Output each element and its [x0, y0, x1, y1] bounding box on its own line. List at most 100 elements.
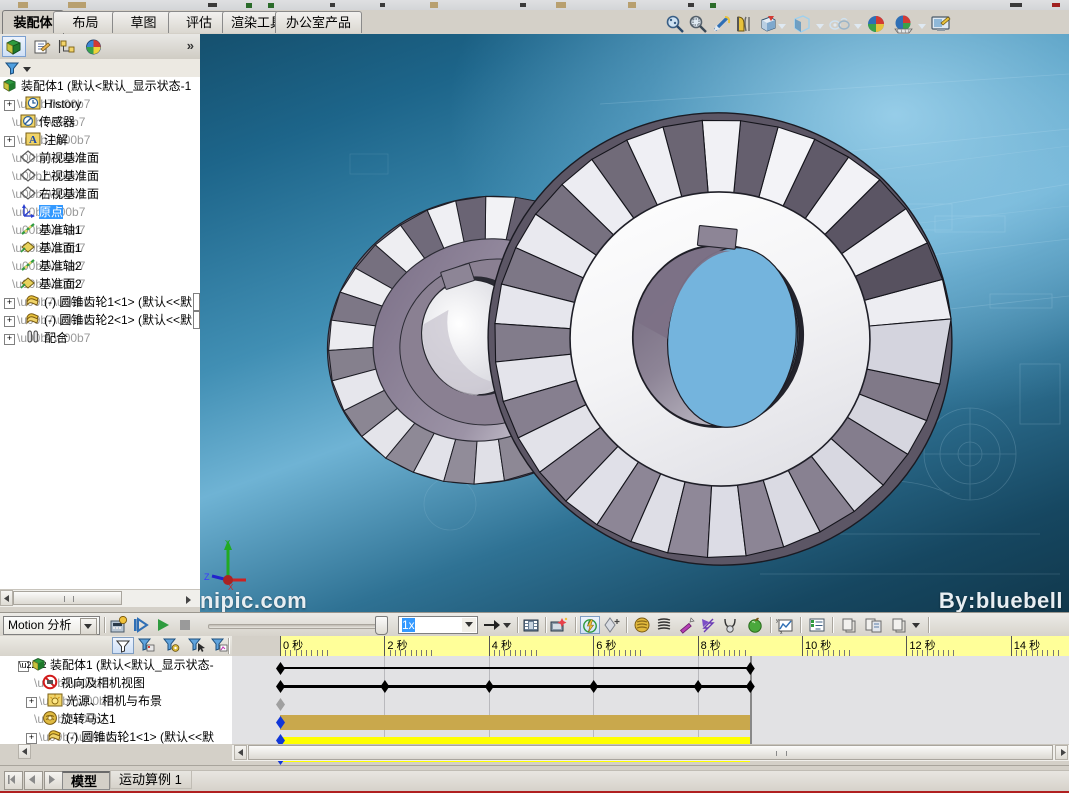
tree-item[interactable]: \u00b7\u00b7基准轴1 [0, 221, 200, 239]
expand-toggle[interactable]: + [4, 316, 15, 327]
expand-toggle[interactable]: + [4, 334, 15, 345]
next-tab-icon[interactable] [44, 771, 63, 790]
section-view-icon[interactable] [734, 14, 754, 34]
contact-icon[interactable] [699, 616, 717, 634]
motion-tree-root-item[interactable]: \u2212装配体1 (默认<默认_显示状态- [0, 656, 232, 674]
zoom-to-area-icon[interactable] [688, 14, 708, 34]
window-close-icon[interactable] [1052, 3, 1060, 7]
tab-render-tools[interactable]: 渲染工具 [222, 11, 283, 33]
chevron-down-icon[interactable] [854, 22, 862, 30]
chevron-down-icon[interactable] [912, 623, 920, 629]
play-from-start-icon[interactable] [132, 616, 150, 634]
collapse-toggle[interactable]: \u2212 [18, 661, 47, 672]
tree-item[interactable]: \u00b7\u00b7视向及相机视图 [0, 674, 232, 692]
tab-motion-study-1[interactable]: 运动算例 1 [110, 770, 192, 789]
save-animation-icon[interactable] [522, 616, 540, 634]
feature-manager-design-tree[interactable]: 装配体1 (默认<默认_显示状态-1 + \u00b7\u00b7History \u… [0, 77, 200, 589]
filter-animated-icon[interactable] [137, 638, 155, 656]
collapse-items-icon[interactable] [840, 616, 858, 634]
tree-root-item[interactable]: 装配体1 (默认<默认_显示状态-1 [0, 77, 200, 95]
view-settings-icon[interactable] [930, 14, 952, 34]
tab-evaluate[interactable]: 评估 [168, 11, 230, 33]
prev-tab-icon[interactable] [24, 771, 43, 790]
duplicate-items-icon[interactable] [890, 616, 908, 634]
playback-position-slider[interactable] [208, 624, 385, 629]
edit-appearance-icon[interactable] [866, 14, 888, 34]
view-orientation-icon[interactable] [758, 14, 778, 34]
playback-slider-thumb[interactable] [375, 616, 388, 635]
chevron-down-icon[interactable] [816, 22, 824, 30]
tree-item[interactable]: \u00b7\u00b7旋转马达1 [0, 710, 232, 728]
tab-office-products[interactable]: 办公室产品 [275, 11, 362, 33]
feature-manager-design-tree-tab[interactable] [2, 36, 26, 57]
gravity-icon[interactable] [721, 616, 739, 634]
tree-item[interactable]: \u00b7\u00b7基准面1 [0, 239, 200, 257]
timeline-horizontal-scrollbar[interactable] [232, 744, 1069, 761]
tree-item[interactable]: \u00b7\u00b7上视基准面 [0, 167, 200, 185]
keyframe-track-line[interactable] [281, 685, 751, 688]
tree-item[interactable]: + \u00b7\u00b7History [0, 95, 200, 113]
tree-item[interactable]: + \u00b7\u00b7(-) 圆锥齿轮1<1> (默认<<默 [0, 293, 200, 311]
tree-scroll-indicator[interactable] [193, 293, 200, 311]
stop-icon[interactable] [176, 616, 194, 634]
chevron-down-icon[interactable] [80, 618, 97, 635]
chevron-down-icon[interactable] [503, 623, 511, 629]
tree-item[interactable]: \u00b7\u00b7传感器 [0, 113, 200, 131]
scroll-thumb[interactable] [248, 745, 1053, 760]
tab-model[interactable]: 模型 [62, 771, 110, 790]
display-manager-tab[interactable] [82, 36, 106, 57]
tree-horizontal-scrollbar[interactable] [0, 589, 200, 607]
apply-scene-icon[interactable] [892, 14, 918, 34]
keyframe-track-line[interactable] [281, 667, 751, 669]
tree-scroll-left-arrow[interactable] [18, 744, 31, 759]
filter-results-icon[interactable] [210, 638, 228, 656]
playback-mode-icon[interactable] [482, 616, 500, 634]
chevron-down-icon[interactable] [778, 22, 786, 30]
calculate-icon[interactable] [110, 615, 128, 634]
first-tab-icon[interactable] [4, 771, 23, 790]
window-minimize-icon[interactable] [1010, 3, 1022, 7]
tree-item[interactable]: + \u00b7\u00b7 A 注解 [0, 131, 200, 149]
add-relationship-icon[interactable] [603, 616, 621, 634]
bevel-gear-assembly-model[interactable] [200, 34, 1069, 612]
timeline-ruler[interactable]: 0 秒2 秒4 秒6 秒8 秒 10 秒 12 秒 14 秒 [232, 636, 1069, 657]
motion-study-properties-icon[interactable] [808, 616, 826, 634]
tree-item[interactable]: \u00b7\u00b7右视基准面 [0, 185, 200, 203]
tree-filter-bar[interactable] [0, 59, 200, 78]
tree-scroll-indicator[interactable] [193, 311, 200, 329]
damper-icon[interactable] [655, 616, 673, 634]
display-style-icon[interactable] [790, 14, 812, 34]
expand-toggle[interactable]: + [4, 136, 15, 147]
expand-toggle[interactable]: + [4, 100, 15, 111]
chevron-down-icon[interactable] [918, 22, 926, 30]
spring-icon[interactable] [633, 616, 651, 634]
tree-item[interactable]: \u00b7\u00b7原点 [0, 203, 200, 221]
apple-contact-icon[interactable] [746, 616, 764, 634]
tree-item[interactable]: + \u00b7\u00b7(-) 圆锥齿轮2<1> (默认<<默 [0, 311, 200, 329]
tab-layout[interactable]: 布局 [53, 11, 118, 33]
expand-toggle[interactable]: + [26, 733, 37, 744]
tree-item[interactable]: + \u00b7\u00b7(-) 圆锥齿轮1<1> (默认<<默 [0, 728, 232, 744]
heads-up-view-toolbar[interactable] [660, 12, 960, 36]
motion-manager-tree[interactable]: \u2212装配体1 (默认<默认_显示状态-\u00b7\u00b7视向及相机… [0, 656, 232, 744]
scroll-thumb[interactable] [13, 591, 122, 605]
animation-wizard-icon[interactable] [550, 616, 568, 634]
tree-item[interactable]: \u00b7\u00b7基准面2 [0, 275, 200, 293]
filter-selected-icon[interactable] [187, 638, 205, 656]
playback-speed-select[interactable]: 1x [398, 616, 478, 634]
results-and-plots-icon[interactable]: y x [776, 616, 794, 636]
configuration-manager-tab[interactable] [56, 36, 80, 57]
component-duration-bar[interactable] [280, 737, 750, 744]
expand-items-icon[interactable] [864, 616, 882, 634]
zoom-to-fit-icon[interactable] [665, 14, 685, 34]
hide-show-items-icon[interactable] [828, 14, 852, 34]
expand-toggle[interactable]: + [4, 298, 15, 309]
tree-item[interactable]: + \u00b7\u00b7光源、相机与布景 [0, 692, 232, 710]
expand-toggle[interactable]: + [26, 697, 37, 708]
scroll-left-arrow[interactable] [0, 590, 13, 606]
motion-study-type-select[interactable]: Motion 分析 [3, 616, 100, 635]
scroll-right-arrow[interactable] [1055, 745, 1068, 760]
property-manager-tab[interactable] [30, 36, 54, 57]
motor-duration-bar[interactable] [280, 715, 750, 730]
tree-item[interactable]: + \u00b7\u00b7配合 [0, 329, 200, 347]
